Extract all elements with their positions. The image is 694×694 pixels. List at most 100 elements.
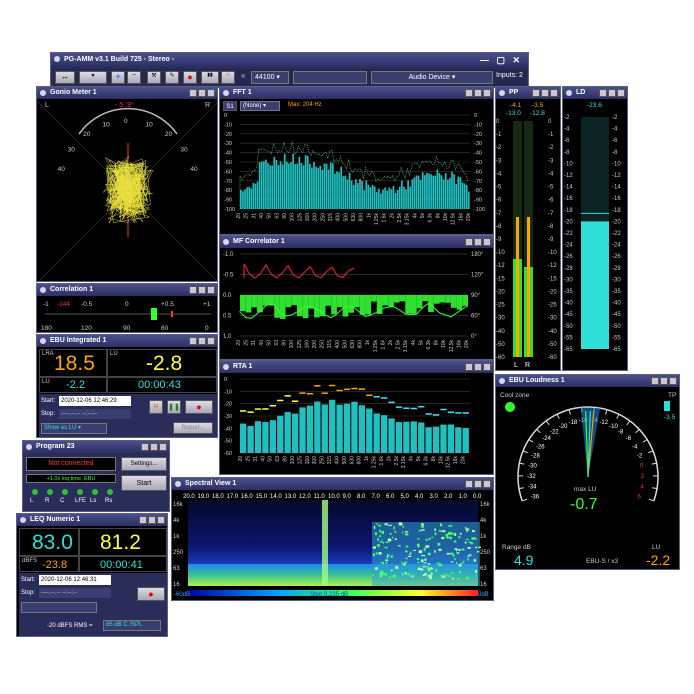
spec-speck — [425, 545, 430, 548]
spec-speck — [453, 540, 457, 543]
stereo-icon[interactable]: ↔ — [55, 71, 75, 84]
rta-xtick: 160 — [305, 456, 311, 465]
spec-speck — [429, 567, 433, 570]
report-button[interactable]: Report... — [173, 422, 213, 434]
correlation-window: Correlation 1 -1 -0.5 0 +0.5 +1 -144 180… — [36, 283, 218, 333]
fft-bar — [461, 182, 464, 209]
chevron-left-icon[interactable]: « — [241, 71, 245, 80]
ld-tick-right: -8 — [612, 150, 618, 156]
ld-tick: -10 — [564, 161, 573, 167]
fft-xtick: 16k — [458, 213, 464, 222]
record-icon[interactable]: ● — [183, 71, 197, 84]
ebu-tick: -28 — [531, 454, 540, 460]
fft-bar — [294, 164, 297, 209]
fft-bar — [417, 175, 420, 209]
spec-speck — [405, 533, 409, 536]
rta-peak — [373, 396, 380, 398]
dropdown-button[interactable]: ▾ — [79, 71, 107, 84]
spec-speck — [441, 536, 445, 540]
scale-name: EBU-S / x3 — [586, 558, 619, 565]
fft-bar — [359, 178, 361, 209]
program-start-button[interactable]: Start — [121, 475, 167, 491]
ld-tick: -22 — [564, 231, 573, 237]
spec-speck — [382, 530, 385, 534]
fft-bar — [394, 193, 397, 209]
tool-icon[interactable]: ✎ — [165, 71, 179, 84]
mf-bar — [354, 295, 360, 308]
magnet-icon[interactable]: ∩ — [221, 71, 235, 84]
spec-left-tick: 16 — [173, 582, 180, 588]
fft-bar — [248, 186, 251, 209]
gonio-tick: 40 — [190, 166, 198, 173]
reset-button[interactable]: R — [149, 400, 163, 414]
record-button[interactable]: ● — [185, 400, 213, 414]
ld-tick: -16 — [564, 196, 573, 202]
fft-bar — [426, 172, 428, 209]
mf-bar — [411, 295, 417, 314]
ppm-tick: -60 — [496, 355, 505, 361]
leq-start-field[interactable]: 2020-12-06 12:46:31 — [39, 575, 111, 585]
leq-rms-select[interactable]: 85 dB C /SPL — [103, 620, 161, 631]
spec-speck — [401, 572, 404, 576]
tp-indicator — [664, 401, 670, 411]
mf-bar — [382, 295, 389, 306]
fft-ytick-right: -50 — [474, 160, 482, 166]
gonio-scatter — [102, 156, 154, 224]
channel-label: L — [30, 498, 34, 504]
rta-bar — [336, 404, 343, 453]
spec-speck — [393, 526, 395, 530]
rta-ytick: -20 — [224, 402, 232, 408]
ebu-tick-mark — [648, 450, 654, 454]
spec-speck — [434, 550, 436, 553]
spec-speck — [438, 530, 442, 532]
rta-xtick: 25 — [245, 456, 251, 462]
rta-peak — [447, 411, 455, 414]
fft-bar — [436, 169, 439, 209]
ebu-tick: 4 — [640, 484, 644, 490]
ld-tick: -4 — [564, 127, 570, 133]
device-type-select[interactable] — [293, 71, 367, 84]
pause-icon[interactable]: ❚❚ — [167, 400, 181, 414]
ld-tick: -6 — [564, 138, 570, 144]
rta-xtick: 10k — [438, 456, 444, 465]
fft-bar — [432, 175, 435, 209]
minus-icon[interactable]: – — [127, 71, 141, 84]
ppm-tick-right: -9 — [548, 237, 554, 243]
fft-bar — [244, 189, 246, 209]
fft-bar — [342, 176, 345, 209]
level-icon[interactable]: ▮▮ — [201, 71, 219, 84]
samplerate-select[interactable]: 44100 ▾ — [251, 71, 289, 84]
fft-xtick: 315 — [328, 213, 334, 222]
rta-xtick: 500 — [342, 456, 348, 465]
spec-right-tick: 63 — [480, 566, 487, 572]
ebu-tick: -18 — [569, 420, 578, 426]
ebu-int-stop-field[interactable]: ----.--.-- --:--:-- — [59, 409, 131, 419]
rta-peak — [314, 385, 321, 387]
rta-xtick: 20k — [461, 456, 467, 465]
fft-bar — [357, 182, 359, 209]
window-controls[interactable]: — ▢ ✕ — [480, 53, 520, 67]
ld-tick-right: -6 — [612, 138, 618, 144]
settings-button[interactable]: Settings... — [121, 457, 167, 471]
spec-speck — [397, 545, 401, 547]
fft-ytick-right: -70 — [474, 179, 482, 185]
leq-stop-field[interactable]: ----.--.-- --:--:-- — [39, 588, 111, 598]
rta-peak — [306, 392, 314, 395]
show-as-select[interactable]: Show as LU ▾ — [41, 423, 107, 434]
spec-speck — [465, 526, 467, 529]
audio-device-select[interactable]: Audio Device ▾ — [371, 71, 493, 84]
program-loudness-mode: +1.0x loq time, EBU — [26, 474, 116, 483]
fft-bar — [313, 161, 315, 209]
rta-xtick: 8k — [431, 456, 437, 462]
add-icon[interactable]: + — [111, 71, 125, 84]
spec-speck — [405, 550, 408, 553]
rta-peak — [254, 408, 262, 410]
leq-record-button[interactable]: ● — [137, 587, 165, 601]
ld-tick: -20 — [564, 219, 573, 225]
wrench-icon[interactable]: ⚒ — [147, 71, 161, 84]
leq-select[interactable] — [21, 602, 97, 613]
spec-speck — [384, 546, 388, 549]
ebu-int-start-field[interactable]: 2020-12-06 12:46:29 — [59, 396, 131, 406]
ld-tick-right: -24 — [612, 243, 621, 249]
spec-speck — [417, 538, 420, 540]
